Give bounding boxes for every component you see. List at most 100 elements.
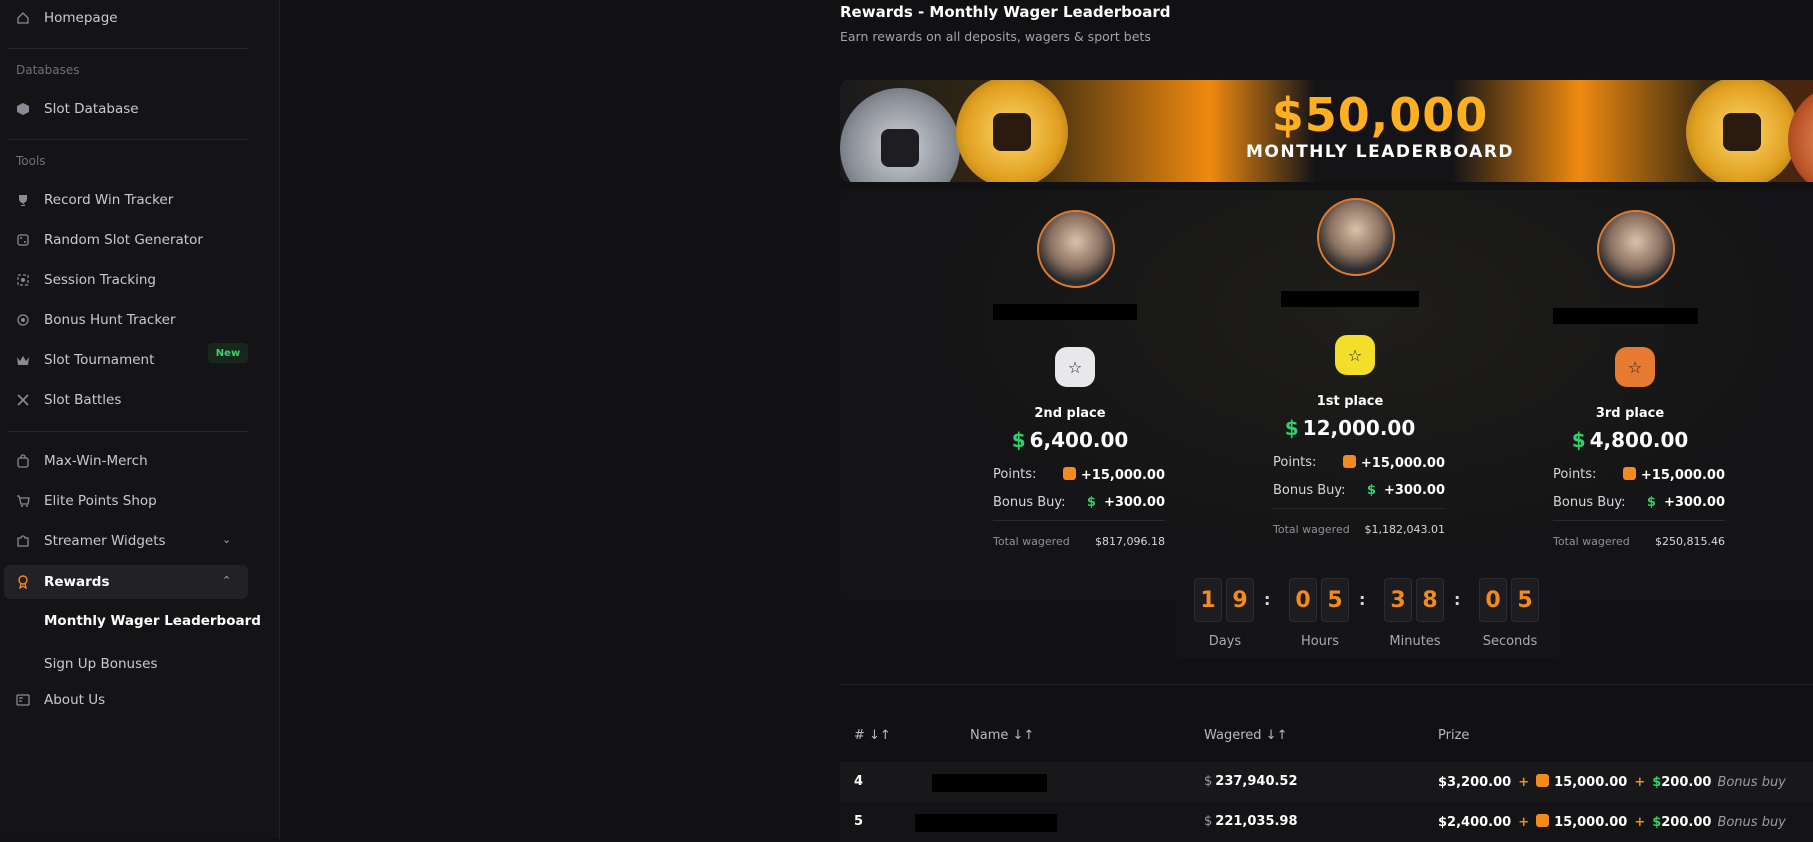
total-wagered-value: $250,815.46	[1655, 535, 1725, 548]
column-header-prize: Prize	[1438, 728, 1470, 743]
column-header-wagered[interactable]: Wagered ↓↑	[1204, 728, 1287, 743]
bonus-buy-value: $ +300.00	[1646, 495, 1725, 510]
points-cube-icon	[1622, 467, 1636, 480]
avatar	[1037, 210, 1115, 288]
bonus-buy-value: $ +300.00	[1366, 483, 1445, 498]
table-row: 4 $237,940.52 $3,200.00 +15,000.00 + $200.0…	[840, 762, 1813, 802]
countdown-digit: 8	[1416, 578, 1444, 622]
crown-icon	[16, 353, 30, 367]
points-cube-icon	[1342, 455, 1356, 468]
sidebar-item-slot-database[interactable]: Slot Database	[16, 97, 139, 121]
cube-icon	[16, 102, 30, 116]
divider	[8, 48, 248, 49]
points-label: Points:	[1273, 455, 1317, 470]
sidebar-item-label: Sign Up Bonuses	[44, 656, 158, 672]
page-title: Rewards - Monthly Wager Leaderboard	[840, 3, 1171, 21]
sidebar-item-elite-points-shop[interactable]: Elite Points Shop	[16, 489, 157, 513]
avatar	[1317, 198, 1395, 276]
main-content: Rewards - Monthly Wager Leaderboard Earn…	[280, 0, 1813, 842]
sidebar-item-about-us[interactable]: About Us	[16, 688, 105, 712]
gold-coin-icon	[1686, 80, 1798, 182]
points-label: Points:	[993, 467, 1037, 482]
info-card-icon	[16, 693, 30, 707]
divider	[993, 520, 1165, 521]
sidebar-item-streamer-widgets[interactable]: Streamer Widgets	[16, 529, 166, 553]
page-subtitle: Earn rewards on all deposits, wagers & s…	[840, 29, 1151, 44]
divider	[8, 139, 248, 140]
place-label: 1st place	[1316, 394, 1384, 409]
sidebar-item-session-tracking[interactable]: Session Tracking	[16, 268, 156, 292]
countdown-digit: 0	[1289, 578, 1317, 622]
award-icon	[16, 575, 30, 589]
sidebar-item-label: Max-Win-Merch	[44, 453, 148, 469]
sidebar-item-monthly-wager-leaderboard[interactable]: Monthly Wager Leaderboard	[44, 609, 261, 633]
sidebar-item-label: Slot Tournament	[44, 352, 155, 368]
points-cube-icon	[1062, 467, 1076, 480]
divider	[840, 684, 1813, 685]
banner-label: MONTHLY LEADERBOARD	[1245, 142, 1515, 162]
sidebar-item-random-slot-generator[interactable]: Random Slot Generator	[16, 228, 203, 252]
wagered-cell: $221,035.98	[1204, 814, 1298, 829]
rank-cell: 5	[854, 814, 864, 829]
prize-amount: $4,800.00	[1571, 428, 1689, 452]
points-cube-icon	[1536, 774, 1550, 787]
column-header-rank[interactable]: # ↓↑	[854, 728, 891, 743]
column-header-name[interactable]: Name ↓↑	[970, 728, 1034, 743]
prize-amount: $6,400.00	[1011, 428, 1129, 452]
divider	[1273, 508, 1445, 509]
redacted-username	[993, 304, 1137, 320]
countdown-label-hours: Hours	[1300, 634, 1340, 649]
sidebar-item-bonus-hunt-tracker[interactable]: Bonus Hunt Tracker	[16, 308, 176, 332]
prize-cell: $3,200.00 +15,000.00 + $200.00 Bonus buy	[1438, 774, 1786, 790]
bag-icon	[16, 454, 30, 468]
avatar	[1597, 210, 1675, 288]
new-badge: New	[208, 343, 248, 363]
prize-cell: $2,400.00 +15,000.00 + $200.00 Bonus buy	[1438, 814, 1786, 830]
banner-amount: $50,000	[1271, 88, 1489, 142]
sidebar-item-label: Bonus Hunt Tracker	[44, 312, 176, 328]
sidebar-item-max-win-merch[interactable]: Max-Win-Merch	[16, 449, 148, 473]
leaderboard-banner: $50,000 MONTHLY LEADERBOARD	[840, 80, 1813, 182]
target-icon	[16, 273, 30, 287]
countdown-label-seconds: Seconds	[1482, 634, 1538, 649]
trophy-icon	[16, 193, 30, 207]
prize-amount: $12,000.00	[1284, 416, 1416, 440]
sidebar-item-label: Homepage	[44, 10, 118, 26]
sidebar-item-label: Slot Database	[44, 101, 139, 117]
sidebar-item-rewards[interactable]: Rewards	[16, 570, 110, 594]
sidebar-item-slot-battles[interactable]: Slot Battles	[16, 388, 121, 412]
silver-medal-icon: ☆	[1055, 347, 1095, 387]
sidebar-item-sign-up-bonuses[interactable]: Sign Up Bonuses	[44, 652, 157, 676]
sidebar-item-label: Elite Points Shop	[44, 493, 157, 509]
gold-medal-icon: ☆	[1335, 335, 1375, 375]
countdown-label-days: Days	[1208, 634, 1242, 649]
sidebar-item-homepage[interactable]: Homepage	[16, 6, 118, 30]
gold-coin-icon	[956, 80, 1068, 182]
chevron-up-icon[interactable]: ⌃	[222, 574, 231, 587]
table-row: 5 $221,035.98 $2,400.00 +15,000.00 + $200.0…	[840, 802, 1813, 842]
section-title-databases: Databases	[16, 63, 80, 77]
countdown-label-minutes: Minutes	[1389, 634, 1441, 649]
sidebar-item-record-win-tracker[interactable]: Record Win Tracker	[16, 188, 173, 212]
swords-icon	[16, 393, 30, 407]
sidebar-item-label: Rewards	[44, 574, 110, 590]
dice-icon	[16, 233, 30, 247]
total-wagered-value: $1,182,043.01	[1364, 523, 1445, 536]
sidebar-item-label: About Us	[44, 692, 106, 708]
sidebar-item-slot-tournament[interactable]: Slot Tournament	[16, 348, 154, 372]
sidebar-item-label: Streamer Widgets	[44, 533, 166, 549]
podium: ☆ 2nd place $6,400.00 Points: +15,000.00…	[840, 190, 1813, 600]
section-title-tools: Tools	[16, 154, 46, 168]
total-wagered-value: $817,096.18	[1095, 535, 1165, 548]
countdown-digit: 5	[1511, 578, 1539, 622]
countdown-separator: :	[1264, 590, 1271, 609]
divider	[1553, 520, 1725, 521]
countdown-digit: 0	[1479, 578, 1507, 622]
countdown-digit: 5	[1321, 578, 1349, 622]
sidebar: Homepage Databases Slot Database Tools R…	[0, 0, 280, 839]
divider	[8, 431, 248, 432]
sidebar-item-label: Monthly Wager Leaderboard	[44, 613, 261, 629]
home-icon	[16, 11, 30, 25]
chevron-down-icon[interactable]: ⌄	[222, 533, 231, 546]
cart-icon	[16, 494, 30, 508]
